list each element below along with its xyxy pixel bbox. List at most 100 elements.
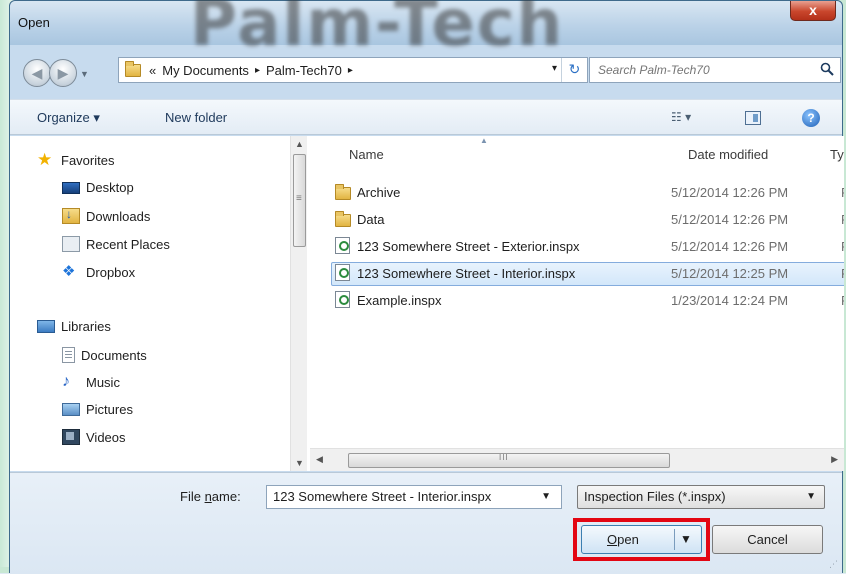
nav-music-label: Music (86, 374, 120, 390)
forward-arrow-icon: ▶ (57, 65, 69, 81)
nav-desktop[interactable]: Desktop (62, 180, 134, 195)
videos-icon (62, 429, 80, 445)
open-button-label: Open (607, 532, 639, 547)
file-list: ▲ Name Date modified Ty Archive 5/12/201… (310, 136, 844, 448)
file-name-label: File name: (180, 489, 241, 504)
libraries-icon (37, 320, 55, 333)
address-bar[interactable]: « My Documents ▸ Palm-Tech70 ▸ ▾ ↻ (118, 57, 588, 83)
scroll-down-icon[interactable]: ▼ (295, 458, 304, 468)
open-split-divider (674, 529, 675, 550)
inspx-file-icon (335, 237, 350, 254)
column-header-date-modified[interactable]: Date modified (688, 147, 768, 162)
search-box[interactable] (589, 57, 841, 83)
command-toolbar: Organize ▾ New folder ☷ ▾ ? (10, 99, 842, 135)
nav-dropbox-label: Dropbox (86, 264, 136, 280)
breadcrumb-palm-tech70[interactable]: Palm-Tech70 (266, 63, 342, 78)
file-row-exterior[interactable]: 123 Somewhere Street - Exterior.inspx 5/… (331, 235, 844, 259)
nav-pane-scroll-thumb[interactable] (293, 154, 306, 247)
search-input[interactable] (590, 58, 810, 82)
open-button[interactable]: Open ▼ (581, 525, 702, 554)
nav-videos[interactable]: Videos (62, 429, 126, 445)
breadcrumb-my-documents[interactable]: My Documents (162, 63, 249, 78)
recent-locations-dropdown-icon[interactable]: ▼ (80, 69, 89, 79)
nav-dropbox[interactable]: ❖ Dropbox (62, 264, 135, 280)
back-button[interactable]: ◀ (23, 59, 51, 87)
folder-icon (335, 184, 351, 200)
nav-recent-places-label: Recent Places (86, 236, 170, 252)
breadcrumb-overflow[interactable]: « (149, 63, 156, 78)
search-icon[interactable] (820, 62, 834, 76)
nav-desktop-label: Desktop (86, 180, 134, 195)
file-name-label-part: ame: (211, 489, 241, 504)
file-name-input[interactable]: 123 Somewhere Street - Interior.inspx ▼ (266, 485, 562, 509)
nav-recent-places[interactable]: Recent Places (62, 236, 170, 252)
column-header-name[interactable]: Name (349, 147, 384, 162)
nav-pictures-label: Pictures (86, 402, 133, 417)
file-type-filter-select[interactable]: Inspection Files (*.inspx) ▼ (577, 485, 825, 509)
horizontal-scroll-thumb[interactable] (348, 453, 670, 468)
breadcrumb-separator-icon[interactable]: ▸ (348, 65, 353, 76)
address-row: ◀ ▶ ▼ « My Documents ▸ Palm-Tech70 ▸ ▾ ↻ (10, 55, 842, 89)
nav-music[interactable]: ♪ Music (62, 374, 120, 390)
scroll-right-icon[interactable]: ▶ (831, 454, 838, 465)
dialog-footer: File name: 123 Somewhere Street - Interi… (10, 472, 842, 574)
documents-icon (62, 347, 75, 363)
file-name-value: 123 Somewhere Street - Interior.inspx (273, 489, 492, 504)
scroll-up-icon[interactable]: ▲ (295, 139, 304, 149)
folder-icon (335, 211, 351, 227)
background-logo: Palm-Tech (190, 0, 565, 61)
open-dropdown-icon[interactable]: ▼ (680, 532, 692, 546)
cancel-button[interactable]: Cancel (712, 525, 823, 554)
nav-libraries[interactable]: Libraries (37, 319, 111, 334)
open-label-rest: pen (617, 532, 639, 547)
inspx-file-icon (335, 264, 350, 281)
sort-ascending-icon: ▲ (480, 136, 488, 145)
file-list-horizontal-scrollbar[interactable]: ◀ ▶ (310, 448, 844, 471)
file-type: P (841, 266, 844, 281)
change-view-button[interactable]: ☷ ▾ (671, 110, 691, 124)
organize-button[interactable]: Organize ▾ (37, 110, 100, 126)
window-title: Open (18, 15, 50, 30)
nav-favorites[interactable]: ★ Favorites (37, 151, 115, 168)
refresh-icon[interactable]: ↻ (561, 58, 587, 82)
nav-libraries-label: Libraries (61, 319, 111, 334)
downloads-icon (62, 207, 80, 224)
open-dialog: Palm-Tech Open x ◀ ▶ ▼ « My Documents ▸ … (9, 0, 844, 574)
recent-places-icon (62, 236, 80, 252)
file-type: P (841, 293, 844, 308)
navigation-pane: ★ Favorites Desktop Downloads Recent Pla… (10, 136, 290, 471)
close-button[interactable]: x (790, 1, 836, 21)
back-arrow-icon: ◀ (31, 65, 43, 81)
dropbox-icon: ❖ (62, 263, 76, 280)
file-row-interior-selected[interactable]: 123 Somewhere Street - Interior.inspx 5/… (331, 262, 844, 286)
nav-pane-scrollbar[interactable]: ▲ ▼ (290, 136, 307, 471)
breadcrumb-separator-icon[interactable]: ▸ (255, 65, 260, 76)
pictures-icon (62, 403, 80, 416)
column-header-type[interactable]: Ty (830, 147, 844, 162)
scroll-left-icon[interactable]: ◀ (316, 454, 323, 465)
new-folder-button[interactable]: New folder (165, 110, 227, 125)
folder-icon (125, 60, 141, 77)
file-name: Example.inspx (357, 293, 442, 308)
forward-button[interactable]: ▶ (49, 59, 77, 87)
nav-pictures[interactable]: Pictures (62, 402, 133, 417)
nav-videos-label: Videos (86, 429, 126, 445)
title-bar[interactable]: Palm-Tech Open x (10, 0, 842, 61)
file-type: Fi (841, 212, 844, 227)
filter-dropdown-icon: ▼ (806, 491, 816, 502)
column-header-row: ▲ Name Date modified Ty (310, 136, 844, 170)
file-row-data[interactable]: Data 5/12/2014 12:26 PM Fi (331, 208, 844, 232)
nav-documents[interactable]: Documents (62, 347, 147, 363)
address-dropdown-icon[interactable]: ▾ (552, 63, 557, 74)
resize-grip-icon[interactable]: ⋰ (829, 559, 838, 570)
file-row-example[interactable]: Example.inspx 1/23/2014 12:24 PM P (331, 289, 844, 313)
file-name-dropdown-icon[interactable]: ▼ (541, 491, 551, 502)
nav-downloads[interactable]: Downloads (62, 207, 150, 224)
file-name: 123 Somewhere Street - Exterior.inspx (357, 239, 580, 254)
file-date: 5/12/2014 12:25 PM (671, 266, 789, 281)
preview-pane-icon[interactable] (745, 111, 761, 125)
help-icon[interactable]: ? (802, 109, 820, 127)
nav-favorites-label: Favorites (61, 152, 115, 168)
file-row-archive[interactable]: Archive 5/12/2014 12:26 PM Fi (331, 181, 844, 205)
file-type-filter-value: Inspection Files (*.inspx) (584, 489, 726, 504)
